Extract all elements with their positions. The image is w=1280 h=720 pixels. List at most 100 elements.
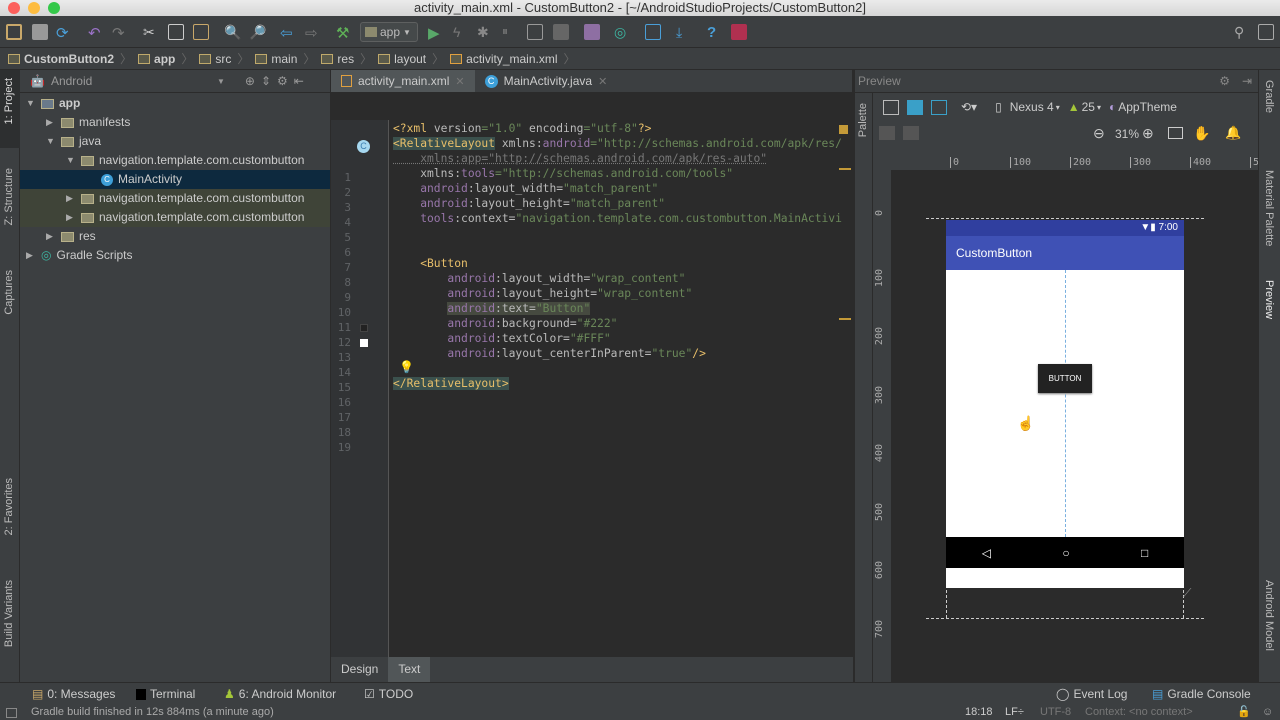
tree-item[interactable]: ▼ java bbox=[46, 132, 101, 151]
collapsed-arrow-icon[interactable]: ▶ bbox=[26, 246, 36, 265]
caret-position[interactable]: 18:18 bbox=[965, 705, 993, 720]
event-log-tool-button[interactable]: ◯ Event Log bbox=[1056, 687, 1127, 701]
todo-tool-button[interactable]: ☑ TODO bbox=[364, 687, 413, 701]
debug-icon[interactable]: ✱ bbox=[477, 24, 493, 40]
android-monitor-tool-button[interactable]: ♟ 6: Android Monitor bbox=[224, 687, 336, 701]
notifications-bell-icon[interactable]: 🔔 bbox=[1225, 125, 1241, 141]
related-class-icon[interactable]: C bbox=[357, 138, 370, 153]
inspection-status-icon[interactable] bbox=[839, 125, 848, 134]
blueprint-view-icon[interactable] bbox=[907, 99, 923, 115]
expanded-arrow-icon[interactable]: ▼ bbox=[66, 151, 76, 170]
warning-marker[interactable] bbox=[839, 168, 851, 170]
code-line[interactable]: xmlns:tools="http://schemas.android.com/… bbox=[393, 166, 733, 181]
tree-item[interactable]: ▶ navigation.template.com.custombutton bbox=[66, 189, 304, 208]
breadcrumb-item[interactable]: CustomButton2 bbox=[8, 52, 114, 66]
tab-main-activity-java[interactable]: C MainActivity.java ✕ bbox=[475, 70, 618, 92]
palette-tool-button[interactable]: Palette bbox=[857, 103, 869, 137]
redo-icon[interactable]: ↷ bbox=[112, 24, 128, 42]
resize-handle-icon[interactable]: ⟋ bbox=[1183, 586, 1191, 601]
close-window-button[interactable] bbox=[8, 2, 20, 14]
collapse-all-icon[interactable]: ⇕ bbox=[261, 74, 271, 88]
project-tool-button[interactable]: 1: Project bbox=[3, 78, 15, 124]
code-line[interactable]: android:textColor="#FFF" bbox=[393, 331, 610, 346]
toggle-tool-windows-icon[interactable] bbox=[6, 708, 17, 718]
zoom-out-icon[interactable]: ⊖ bbox=[1093, 125, 1105, 142]
undo-icon[interactable]: ↶ bbox=[88, 24, 104, 42]
close-icon[interactable]: ✕ bbox=[455, 75, 464, 88]
gear-icon[interactable]: ⚙ bbox=[277, 74, 288, 88]
inspector-icon[interactable]: ☺ bbox=[1262, 705, 1273, 720]
file-encoding[interactable]: UTF-8 bbox=[1040, 705, 1071, 720]
run-icon[interactable]: ▶ bbox=[428, 24, 444, 42]
run-config-select[interactable]: app ▼ bbox=[360, 22, 418, 42]
make-project-icon[interactable]: ⚒ bbox=[336, 24, 352, 42]
project-structure-icon[interactable] bbox=[645, 24, 661, 40]
code-line[interactable]: <?xml version="1.0" encoding="utf-8"?> bbox=[393, 121, 651, 136]
copy-icon[interactable] bbox=[168, 24, 184, 40]
code-line[interactable]: android:layout_height="wrap_content" bbox=[393, 286, 692, 301]
code-line[interactable]: android:layout_width="wrap_content" bbox=[393, 271, 685, 286]
breadcrumb-item[interactable]: main bbox=[255, 52, 297, 66]
back-icon[interactable]: ⇦ bbox=[280, 24, 296, 42]
api-level-select[interactable]: 25 bbox=[1082, 100, 1095, 114]
close-icon[interactable]: ✕ bbox=[598, 75, 607, 88]
tree-item[interactable]: ▶ res bbox=[46, 227, 96, 246]
context-indicator[interactable]: Context: <no context> bbox=[1085, 705, 1193, 720]
gear-icon[interactable]: ⚙ bbox=[1219, 70, 1230, 93]
messages-tool-button[interactable]: ▤ 0: Messages bbox=[32, 687, 115, 701]
zoom-in-icon[interactable]: ⊕ bbox=[1142, 125, 1154, 142]
search-everywhere-icon[interactable]: ⚲ bbox=[1234, 24, 1250, 40]
intention-bulb-icon[interactable]: 💡 bbox=[399, 360, 414, 374]
device-monitor-icon[interactable] bbox=[731, 24, 747, 40]
build-variants-tool-button[interactable]: Build Variants bbox=[3, 580, 15, 647]
captures-tool-button[interactable]: Captures bbox=[3, 270, 15, 315]
design-view-icon[interactable] bbox=[883, 99, 899, 115]
design-canvas[interactable]: ▼▮ 7:00 CustomButton BUTTON ◁ ○ □ ☝ ⟋ bbox=[891, 170, 1258, 682]
line-separator[interactable]: LF÷ bbox=[1005, 705, 1024, 720]
gradle-tool-button[interactable]: Gradle bbox=[1263, 80, 1275, 113]
code-line[interactable]: android:layout_height="match_parent" bbox=[393, 196, 665, 211]
expand-vertical-icon[interactable] bbox=[903, 126, 919, 140]
material-palette-tool-button[interactable]: Material Palette bbox=[1263, 170, 1275, 246]
forward-icon[interactable]: ⇨ bbox=[305, 24, 321, 42]
theme-select[interactable]: AppTheme bbox=[1118, 100, 1177, 114]
tree-item[interactable]: ▶ ◎ Gradle Scripts bbox=[26, 246, 133, 265]
cut-icon[interactable]: ✂ bbox=[143, 24, 159, 40]
code-line[interactable]: android:layout_width="match_parent" bbox=[393, 181, 658, 196]
tree-item[interactable]: ▶ navigation.template.com.custombutton bbox=[66, 208, 304, 227]
collapsed-arrow-icon[interactable]: ▶ bbox=[66, 189, 76, 208]
code-line[interactable]: xmlns:app="http://schemas.android.com/ap… bbox=[393, 151, 767, 166]
sync-icon[interactable]: ⟳ bbox=[56, 24, 72, 42]
profile-icon[interactable]: ⏸ bbox=[502, 24, 518, 40]
breadcrumb-item[interactable]: activity_main.xml bbox=[450, 52, 558, 66]
tab-activity-main-xml[interactable]: activity_main.xml ✕ bbox=[331, 70, 475, 92]
terminal-tool-button[interactable]: Terminal bbox=[136, 687, 195, 701]
scroll-from-source-icon[interactable]: ⊕ bbox=[245, 74, 255, 88]
color-swatch-icon[interactable] bbox=[360, 321, 368, 335]
code-line[interactable]: <Button bbox=[393, 256, 468, 271]
zoom-window-button[interactable] bbox=[48, 2, 60, 14]
android-model-tool-button[interactable]: Android Model bbox=[1263, 580, 1275, 651]
tree-item[interactable]: ▶ manifests bbox=[46, 113, 130, 132]
tree-item[interactable]: ▼ app bbox=[26, 94, 80, 113]
expanded-arrow-icon[interactable]: ▼ bbox=[26, 94, 36, 113]
paste-icon[interactable] bbox=[193, 24, 209, 40]
expanded-arrow-icon[interactable]: ▼ bbox=[46, 132, 56, 151]
collapsed-arrow-icon[interactable]: ▶ bbox=[66, 208, 76, 227]
avd-manager-icon[interactable] bbox=[584, 24, 600, 40]
breadcrumb-item[interactable]: src bbox=[199, 52, 231, 66]
collapsed-arrow-icon[interactable]: ▶ bbox=[46, 227, 56, 246]
favorites-tool-button[interactable]: 2: Favorites bbox=[3, 478, 15, 535]
layout-icon[interactable] bbox=[1258, 24, 1274, 40]
view-mode-select[interactable]: Android bbox=[51, 74, 211, 88]
save-icon[interactable] bbox=[32, 24, 48, 40]
stop-icon[interactable] bbox=[553, 24, 569, 40]
find-icon[interactable]: 🔍 bbox=[224, 24, 241, 40]
hide-panel-icon[interactable]: ⇥ bbox=[1242, 70, 1252, 93]
apply-changes-icon[interactable]: ϟ bbox=[453, 24, 469, 40]
code-line[interactable]: android:layout_centerInParent="true"/> bbox=[393, 346, 705, 361]
minimize-window-button[interactable] bbox=[28, 2, 40, 14]
collapsed-arrow-icon[interactable]: ▶ bbox=[46, 113, 56, 132]
tab-design[interactable]: Design bbox=[331, 657, 388, 682]
attach-debugger-icon[interactable] bbox=[527, 24, 543, 40]
